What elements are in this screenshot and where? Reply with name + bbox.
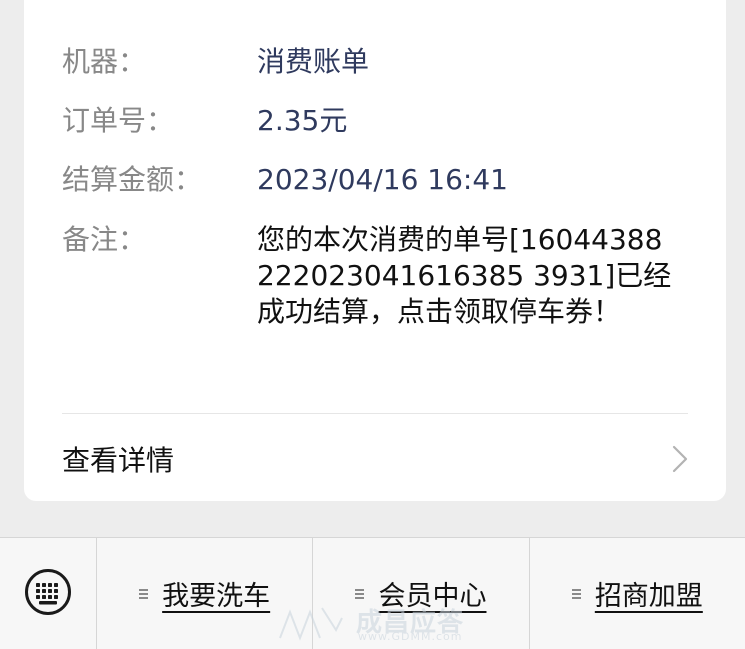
menu-item-label: 我要洗车: [162, 581, 271, 612]
field-label: 结算金额：: [62, 163, 203, 196]
menu-item-label: 招商加盟: [594, 581, 703, 612]
field-row-machine: 机器： 消费账单: [62, 44, 688, 80]
note-text: 您的本次消费的单号[16044388222023041616385 3931]已…: [257, 223, 672, 328]
field-row-order-number: 订单号： 2.35元: [62, 103, 688, 139]
keyboard-toggle-button[interactable]: [0, 538, 97, 649]
menu-list-icon: [355, 588, 365, 599]
menu-item-car-wash[interactable]: 我要洗车: [97, 538, 314, 649]
menu-item-franchise[interactable]: 招商加盟: [530, 538, 745, 649]
menu-list-icon: [571, 588, 581, 599]
field-value: 2023/04/16 16:41: [257, 163, 508, 196]
menu-list-icon: [139, 588, 149, 599]
message-card: 机器： 消费账单 订单号： 2.35元 结算金额： 2023/04/16 16:…: [24, 0, 726, 501]
chevron-right-icon: [672, 445, 688, 473]
menu-item-label: 会员中心: [378, 581, 487, 612]
divider: [62, 413, 688, 414]
field-value: 2.35元: [257, 104, 348, 137]
field-value: 消费账单: [257, 45, 370, 78]
view-details-label: 查看详情: [62, 444, 175, 477]
field-label: 备注：: [62, 223, 147, 256]
menu-item-member-center[interactable]: 会员中心: [313, 538, 530, 649]
field-row-note: 备注： 您的本次消费的单号[16044388222023041616385 39…: [62, 222, 688, 330]
field-label: 机器：: [62, 45, 147, 78]
view-details-link[interactable]: 查看详情: [62, 434, 688, 484]
field-label: 订单号：: [62, 104, 175, 137]
keyboard-icon: [24, 568, 72, 620]
bottom-menu-bar: 我要洗车 会员中心 招商加盟: [0, 537, 745, 649]
field-row-amount: 结算金额： 2023/04/16 16:41: [62, 162, 688, 198]
